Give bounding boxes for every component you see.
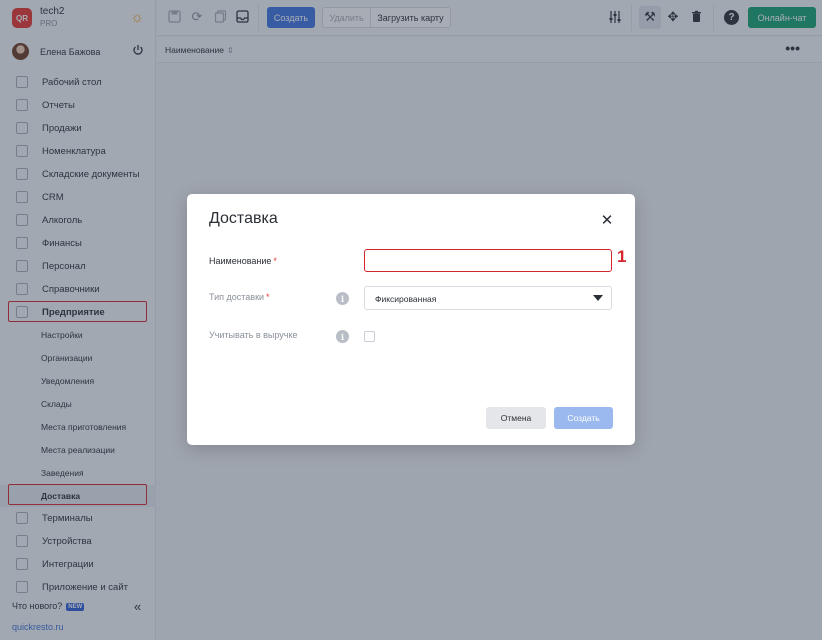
revenue-checkbox[interactable] (364, 331, 375, 342)
delivery-type-value: Фиксированная (375, 294, 437, 304)
name-label-text: Наименование (209, 256, 272, 266)
close-icon[interactable]: ✕ (600, 213, 614, 228)
name-field-label: Наименование * (209, 256, 277, 266)
delivery-dialog: Доставка ✕ Наименование * Тип доставки * i… (187, 194, 635, 445)
delivery-type-label-text: Тип доставки (209, 292, 265, 302)
callout-number: 1 (617, 247, 627, 266)
dialog-title: Доставка (209, 210, 278, 227)
chevron-down-icon (593, 295, 603, 301)
info-icon[interactable]: i (336, 330, 349, 343)
cancel-button[interactable]: Отмена (486, 407, 546, 429)
info-icon[interactable]: i (336, 292, 349, 305)
required-mark: * (273, 256, 277, 266)
required-mark: * (266, 292, 270, 302)
name-input[interactable] (364, 249, 612, 272)
revenue-label: Учитывать в выручке (209, 330, 298, 340)
delivery-type-select[interactable]: Фиксированная (364, 286, 612, 310)
delivery-type-label: Тип доставки * (209, 292, 270, 302)
submit-create-button[interactable]: Создать (554, 407, 613, 429)
